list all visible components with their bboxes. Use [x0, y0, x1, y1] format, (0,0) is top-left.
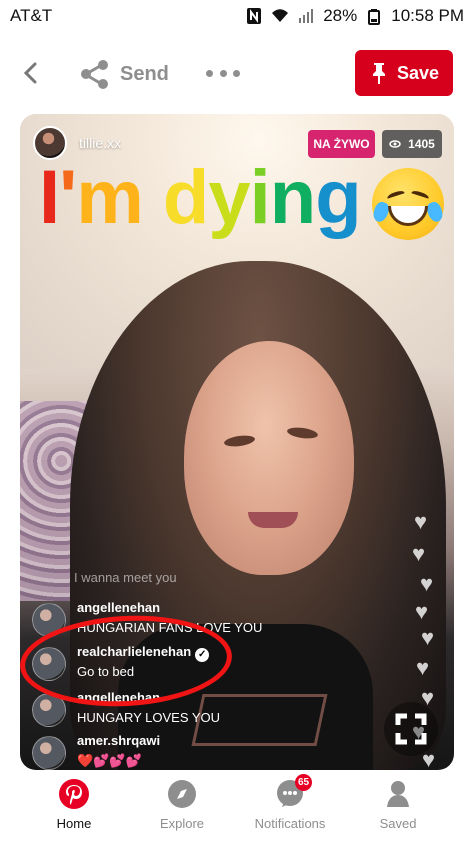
- heart-icon: ♥: [414, 509, 428, 534]
- back-button[interactable]: [16, 58, 46, 88]
- battery-icon: [368, 9, 381, 25]
- avatar[interactable]: [32, 736, 66, 770]
- fullscreen-button[interactable]: [384, 702, 438, 756]
- eye-icon: [389, 140, 401, 148]
- tab-home[interactable]: Home: [26, 779, 122, 837]
- share-icon: [81, 60, 108, 89]
- caption-letter: d: [162, 155, 209, 240]
- save-label: Save: [396, 62, 440, 83]
- laughing-face-icon: [371, 168, 445, 240]
- caption-letter: y: [208, 155, 250, 240]
- pin-toolbar: Send Save: [0, 48, 474, 102]
- emoji-mouth: [388, 206, 428, 226]
- comment-text: HUNGARY LOVES YOU: [77, 710, 221, 725]
- person-face: [184, 341, 354, 575]
- n-icon: [247, 8, 262, 24]
- more-dot: [219, 69, 227, 77]
- save-button[interactable]: Save: [355, 50, 453, 96]
- signal-icon: [299, 9, 314, 23]
- fullscreen-icon: [395, 713, 427, 745]
- live-username[interactable]: tillie.xx: [79, 135, 121, 151]
- compass-icon: [168, 780, 196, 808]
- comment-username[interactable]: amer.shrqawi: [77, 733, 160, 748]
- bottom-navigation: Home Explore 65 Notifications Saved: [0, 770, 474, 841]
- tab-label: Home: [56, 816, 92, 831]
- comment-text: ❤️💕💕💕: [77, 753, 142, 768]
- viewer-count-value: 1405: [408, 137, 435, 151]
- comment-item: amer.shrqawi ❤️💕💕💕: [32, 732, 294, 770]
- notification-badge: 65: [295, 774, 313, 791]
- status-icons: 28% 10:58 PM: [245, 6, 464, 26]
- pin-icon: [372, 63, 385, 84]
- heart-icon: ♥: [420, 571, 434, 596]
- heart-icon: ♥: [421, 685, 435, 710]
- heart-icon: ♥: [422, 747, 436, 771]
- heart-icon: ♥: [415, 599, 429, 624]
- send-button[interactable]: Send: [78, 56, 169, 92]
- tab-label: Explore: [159, 816, 205, 831]
- more-dot: [206, 69, 213, 77]
- caption-letter: i: [249, 155, 271, 240]
- status-bar: AT&T 28% 10:58 PM: [0, 0, 474, 32]
- emoji-eye: [386, 189, 406, 202]
- tab-explore[interactable]: Explore: [134, 779, 230, 837]
- live-badge: NA ŻYWO: [308, 130, 375, 158]
- comment-text: I wanna meet you: [74, 570, 177, 585]
- caption-letter: ': [59, 155, 77, 240]
- heart-icon: ♥: [421, 625, 435, 650]
- tab-saved[interactable]: Saved: [350, 779, 446, 837]
- tab-label: Notifications: [254, 816, 326, 831]
- clock: 10:58 PM: [391, 6, 464, 25]
- battery-percent: 28%: [323, 6, 358, 25]
- heart-icon: ♥: [416, 655, 430, 680]
- pin-image[interactable]: tillie.xx NA ŻYWO 1405 I ' m dying I wanna…: [20, 114, 454, 770]
- tab-notifications[interactable]: 65 Notifications: [242, 774, 338, 837]
- caption-letter: n: [269, 155, 316, 240]
- caption-letter: g: [315, 155, 361, 240]
- viewer-count: 1405: [382, 130, 442, 158]
- send-label: Send: [120, 62, 169, 85]
- emoji-eye: [410, 189, 430, 202]
- heart-icon: ♥: [412, 541, 426, 566]
- tab-label: Saved: [379, 816, 417, 831]
- pinterest-icon: [59, 779, 89, 809]
- caption-letter: m: [76, 155, 144, 240]
- profile-icon: [387, 781, 409, 807]
- caption-space: [143, 160, 163, 236]
- carrier-label: AT&T: [10, 6, 53, 25]
- more-button[interactable]: [206, 60, 240, 86]
- back-arrow-icon: [23, 62, 37, 84]
- caption-text: I ' m dying: [39, 155, 362, 240]
- more-dot: [233, 69, 240, 77]
- comment-username[interactable]: angellenehan: [77, 600, 160, 615]
- wifi-icon: [272, 9, 289, 22]
- caption-letter: I: [39, 155, 60, 240]
